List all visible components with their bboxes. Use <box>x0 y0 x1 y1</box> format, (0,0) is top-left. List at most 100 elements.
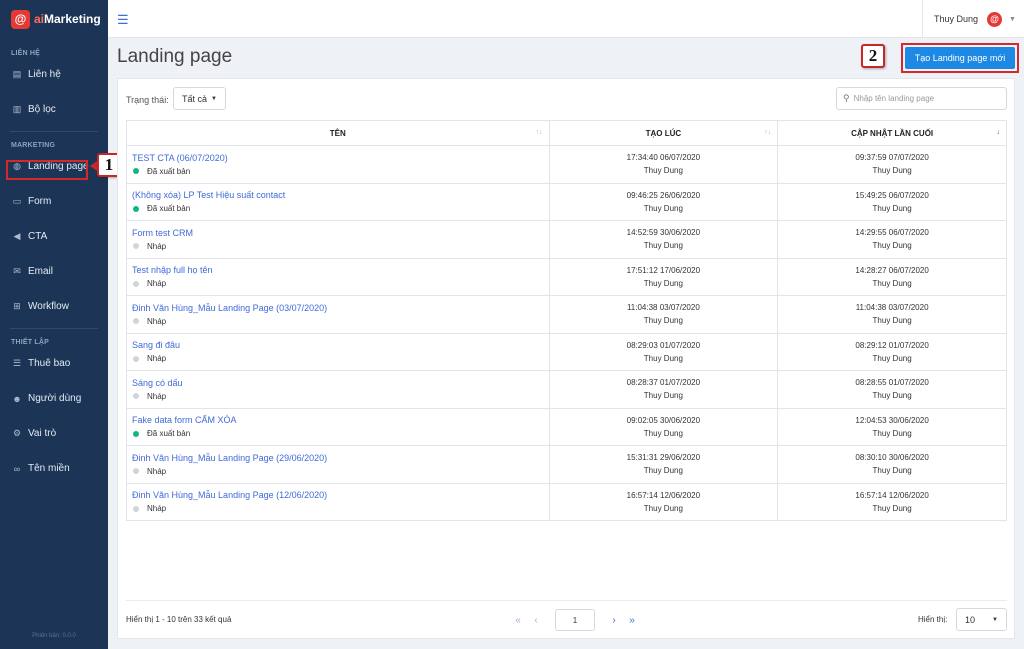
pagination: « ‹ 1 › » <box>509 609 641 631</box>
status-dot-icon <box>133 243 139 250</box>
column-header-created[interactable]: TẠO LÚC ↑↓ <box>548 120 779 146</box>
status-badge: Nháp <box>132 279 549 288</box>
cell-created: 08:28:37 01/07/2020 Thuy Dung <box>548 370 779 409</box>
search-input[interactable] <box>853 94 994 103</box>
created-by: Thuy Dung <box>643 428 683 438</box>
created-time: 09:02:05 30/06/2020 <box>626 415 701 425</box>
cell-created: 17:34:40 06/07/2020 Thuy Dung <box>548 145 779 184</box>
sidebar-item-bộ-lọc[interactable]: ▥ Bộ lọc <box>0 92 108 127</box>
next-page-icon[interactable]: › <box>605 610 623 630</box>
landing-page-link[interactable]: Đinh Văn Hùng_Mẫu Landing Page (29/06/20… <box>132 453 549 463</box>
per-page-label: Hiển thị: <box>918 615 948 624</box>
create-landing-page-button[interactable]: Tạo Landing page mới <box>905 47 1015 69</box>
updated-by: Thuy Dung <box>872 278 912 288</box>
sort-icon[interactable]: ↑↓ <box>764 129 771 136</box>
cell-updated: 08:28:55 01/07/2020 Thuy Dung <box>777 370 1007 409</box>
updated-by: Thuy Dung <box>872 241 912 251</box>
sidebar-item-tên-miền[interactable]: ∞ Tên miền <box>0 451 108 486</box>
status-filter-label: Trạng thái: <box>126 95 169 105</box>
sidebar-item-email[interactable]: ✉ Email <box>0 254 108 289</box>
created-by: Thuy Dung <box>643 391 683 401</box>
updated-time: 15:49:25 06/07/2020 <box>855 190 929 200</box>
sidebar-item-vai-trò[interactable]: ⚙ Vai trò <box>0 416 108 451</box>
cell-name: Fake data form CẤM XÓA Đã xuất bản <box>126 407 550 446</box>
sidebar-section-title: THIẾT LẬP <box>11 339 49 346</box>
table-row: Test nhập full họ tên Nháp 17:51:12 17/0… <box>126 257 1007 296</box>
created-by: Thuy Dung <box>643 166 683 176</box>
sidebar-item-label: Người dùng <box>28 393 82 404</box>
updated-by: Thuy Dung <box>872 391 912 401</box>
cell-updated: 11:04:38 03/07/2020 Thuy Dung <box>777 295 1007 334</box>
cell-updated: 12:04:53 30/06/2020 Thuy Dung <box>777 407 1007 446</box>
column-header-name[interactable]: TÊN ↑↓ <box>126 120 550 146</box>
logo-icon: @ <box>11 9 30 29</box>
per-page-select[interactable]: 10 ▼ <box>956 608 1007 631</box>
link-icon: ∞ <box>13 463 21 474</box>
landing-page-link[interactable]: (Không xóa) LP Test Hiệu suất contact <box>132 190 549 200</box>
updated-time: 14:29:55 06/07/2020 <box>855 228 929 238</box>
subscription-icon: ☰ <box>12 358 22 368</box>
sort-icon[interactable]: ↓ <box>997 129 1001 136</box>
updated-time: 08:28:55 01/07/2020 <box>855 378 929 388</box>
filter-list-icon: ▥ <box>12 104 22 114</box>
updated-time: 08:30:10 30/06/2020 <box>855 453 929 463</box>
table-row: (Không xóa) LP Test Hiệu suất contact Đã… <box>126 182 1007 221</box>
first-page-icon[interactable]: « <box>509 610 527 630</box>
page-title: Landing page <box>117 46 233 67</box>
table-row: Đinh Văn Hùng_Mẫu Landing Page (12/06/20… <box>126 482 1007 521</box>
cell-created: 11:04:38 03/07/2020 Thuy Dung <box>548 295 779 334</box>
sort-icon[interactable]: ↑↓ <box>536 129 543 136</box>
status-dot-icon <box>133 468 139 475</box>
created-time: 17:51:12 17/06/2020 <box>626 265 701 275</box>
sidebar-item-label: Liên hệ <box>28 69 61 80</box>
cell-name: (Không xóa) LP Test Hiệu suất contact Đã… <box>126 182 550 221</box>
status-dot-icon <box>133 355 139 362</box>
created-time: 08:28:37 01/07/2020 <box>626 378 701 388</box>
sidebar-item-người-dùng[interactable]: ☻ Người dùng <box>0 381 108 416</box>
cell-updated: 08:29:12 01/07/2020 Thuy Dung <box>777 332 1007 371</box>
status-dot-icon <box>133 280 139 287</box>
table-row: Form test CRM Nháp 14:52:59 30/06/2020 T… <box>126 220 1007 259</box>
status-filter-select[interactable]: Tất cả ▼ <box>173 87 226 110</box>
created-time: 09:46:25 26/06/2020 <box>626 190 701 200</box>
column-header-updated[interactable]: CẬP NHẬT LẦN CUỐI ↓ <box>777 120 1007 146</box>
cell-created: 15:31:31 29/06/2020 Thuy Dung <box>548 445 779 484</box>
landing-page-link[interactable]: Đinh Văn Hùng_Mẫu Landing Page (03/07/20… <box>132 303 549 313</box>
page-number-input[interactable]: 1 <box>555 609 595 631</box>
landing-page-link[interactable]: Fake data form CẤM XÓA <box>132 415 549 425</box>
cell-name: Sáng có dấu Nháp <box>126 370 550 409</box>
prev-page-icon[interactable]: ‹ <box>527 610 545 630</box>
search-box[interactable]: ⚲ <box>836 87 1007 110</box>
sidebar-item-label: Vai trò <box>28 428 57 439</box>
status-dot-icon <box>133 168 139 175</box>
app-logo[interactable]: @ aiMarketing <box>0 0 108 38</box>
sidebar-item-form[interactable]: ▭ Form <box>0 184 108 219</box>
cell-name: Form test CRM Nháp <box>126 220 550 259</box>
table-body: TEST CTA (06/07/2020) Đã xuất bản 17:34:… <box>126 145 1007 521</box>
sidebar-item-thuê-bao[interactable]: ☰ Thuê bao <box>0 346 108 381</box>
landing-page-link[interactable]: Test nhập full họ tên <box>132 265 549 275</box>
sidebar-item-workflow[interactable]: ⊞ Workflow <box>0 289 108 324</box>
landing-page-link[interactable]: Sang đi đâu <box>132 340 549 350</box>
sidebar-item-cta[interactable]: ◀ CTA <box>0 219 108 254</box>
table-row: TEST CTA (06/07/2020) Đã xuất bản 17:34:… <box>126 145 1007 184</box>
status-badge: Nháp <box>132 317 549 326</box>
landing-page-link[interactable]: TEST CTA (06/07/2020) <box>132 153 549 163</box>
created-by: Thuy Dung <box>643 353 683 363</box>
landing-page-link[interactable]: Form test CRM <box>132 228 549 238</box>
sidebar-section-title: MARKETING <box>11 142 56 149</box>
landing-page-link[interactable]: Đinh Văn Hùng_Mẫu Landing Page (12/06/20… <box>132 490 549 500</box>
status-badge: Nháp <box>132 392 549 401</box>
landing-page-link[interactable]: Sáng có dấu <box>132 378 549 388</box>
cell-updated: 15:49:25 06/07/2020 Thuy Dung <box>777 182 1007 221</box>
user-menu[interactable]: Thuy Dung @ ▼ <box>922 0 1024 38</box>
cell-name: TEST CTA (06/07/2020) Đã xuất bản <box>126 145 550 184</box>
sidebar-item-label: Thuê bao <box>28 358 71 369</box>
updated-by: Thuy Dung <box>872 428 912 438</box>
hamburger-menu-icon[interactable]: ☰ <box>117 12 129 28</box>
created-time: 17:34:40 06/07/2020 <box>626 153 701 163</box>
updated-time: 09:37:59 07/07/2020 <box>855 153 929 163</box>
topbar: ☰ Thuy Dung @ ▼ <box>108 0 1024 38</box>
sidebar-item-liên-hệ[interactable]: ▤ Liên hệ <box>0 57 108 92</box>
last-page-icon[interactable]: » <box>623 610 641 630</box>
